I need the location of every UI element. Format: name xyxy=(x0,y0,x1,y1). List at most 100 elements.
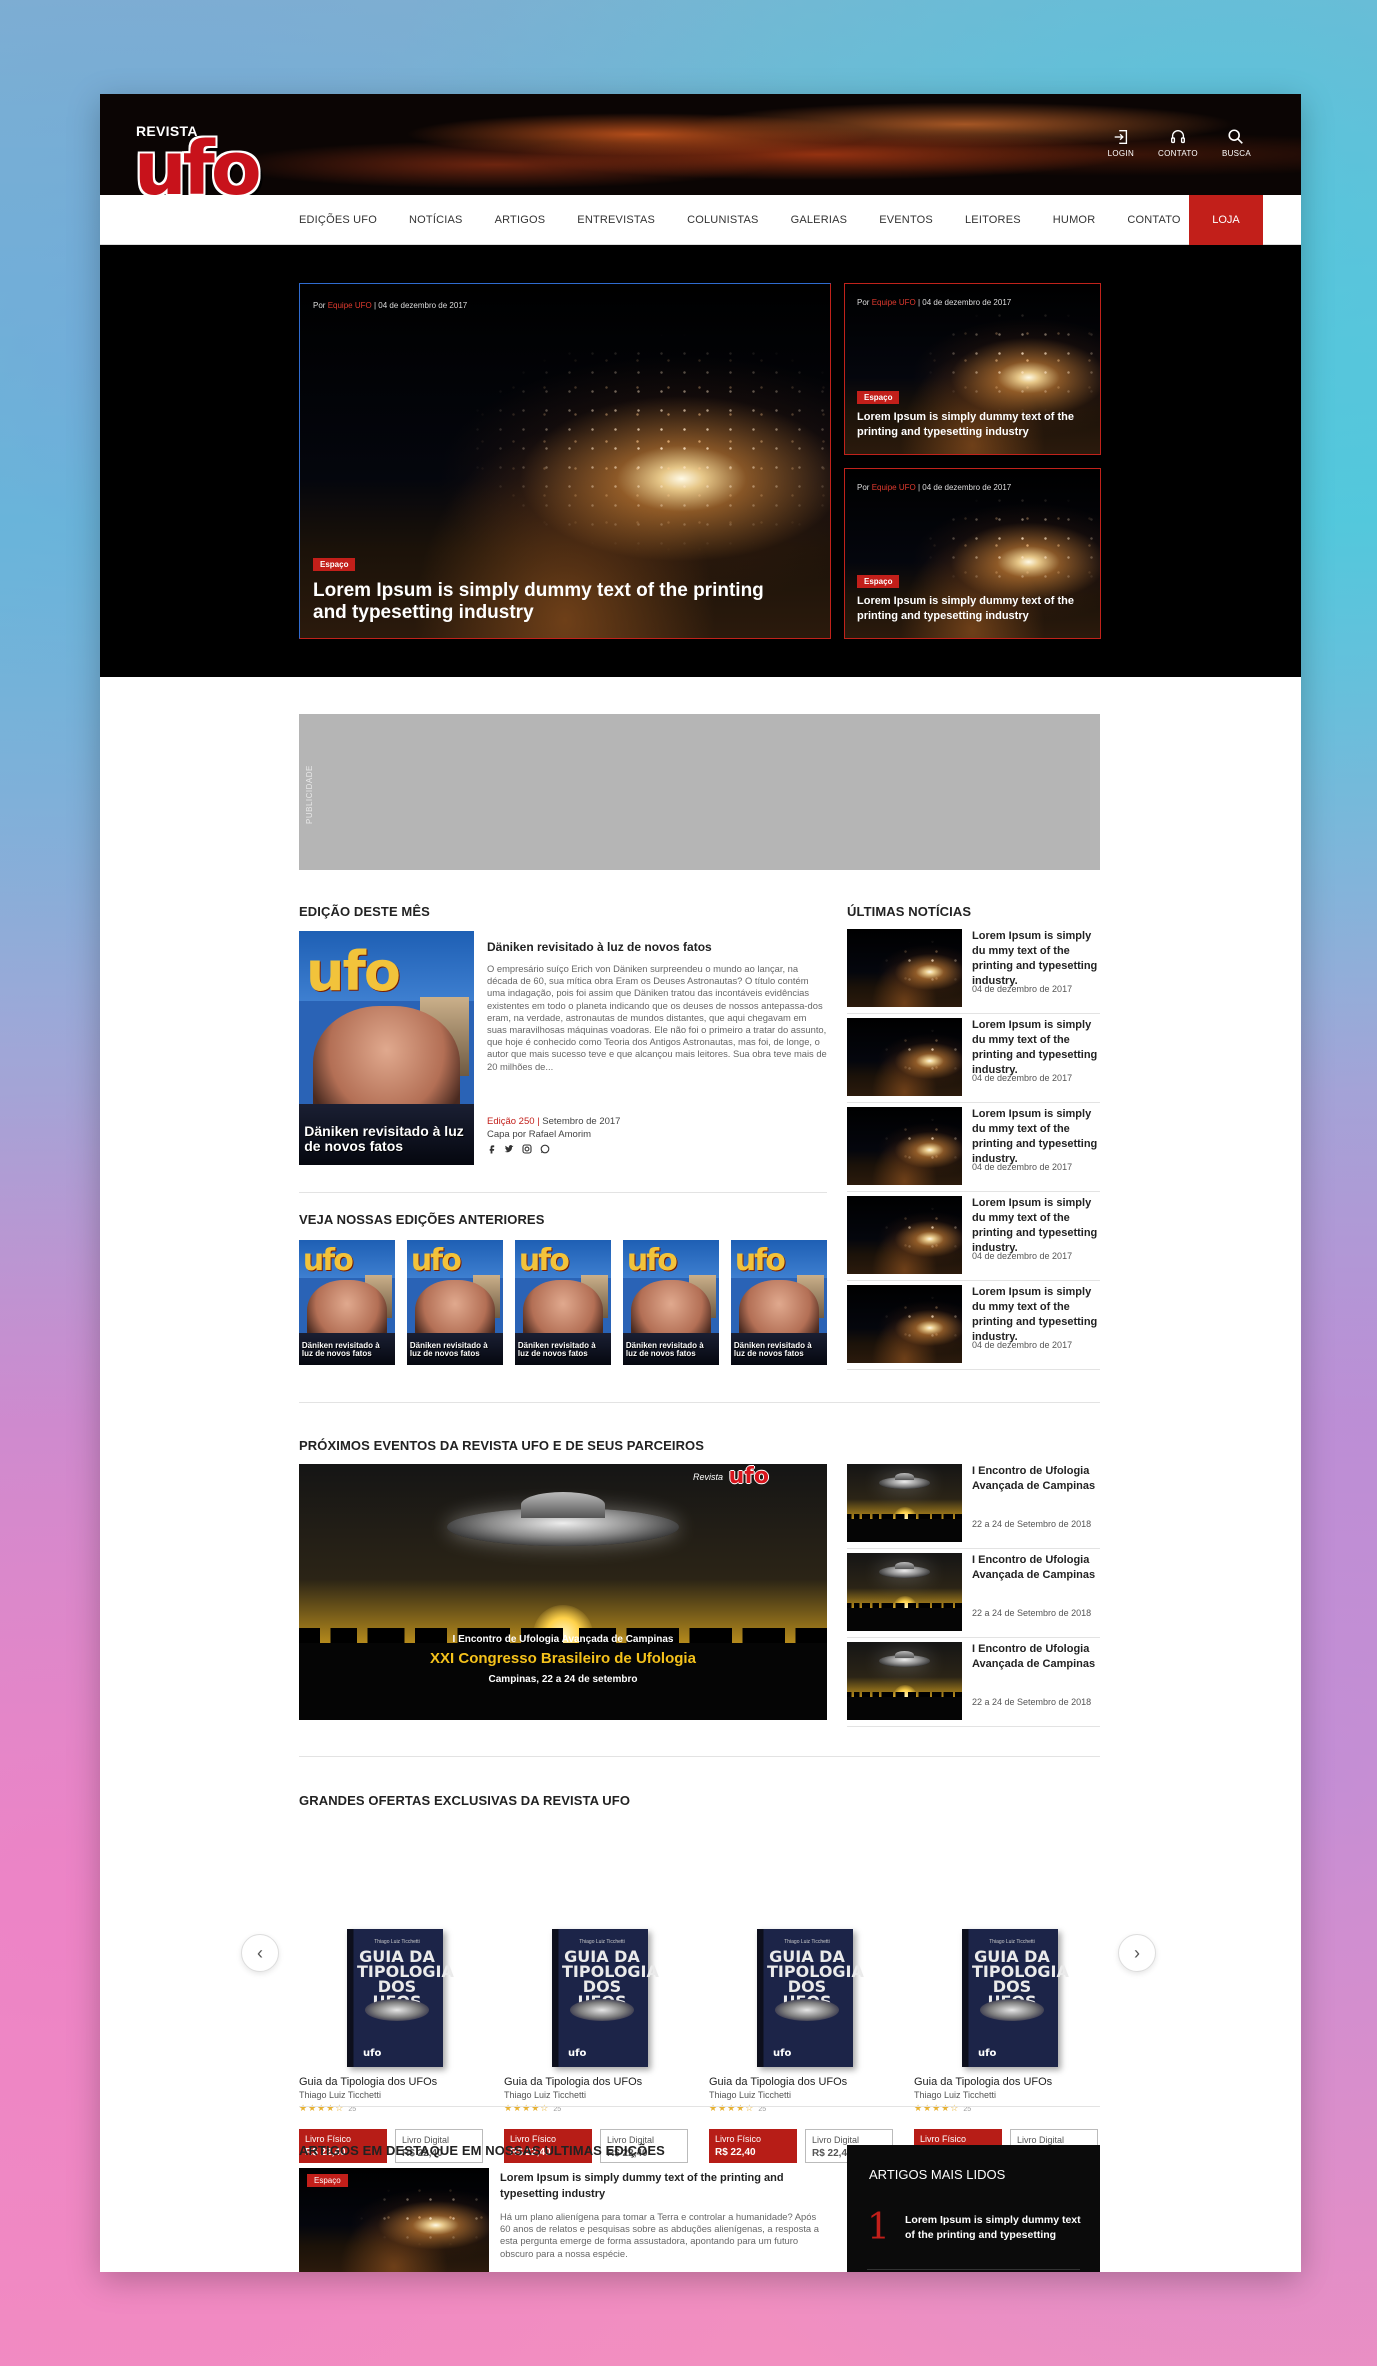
featured-title[interactable]: Lorem Ipsum is simply dummy text of the … xyxy=(500,2170,820,2202)
rating-stars: ★★★★☆ 25 xyxy=(914,2103,971,2114)
news-date: 04 de dezembro de 2017 xyxy=(972,1073,1073,1083)
hero-side-card-2[interactable]: Por Equipe UFO | 04 de dezembro de 2017 … xyxy=(844,468,1101,639)
news-title[interactable]: Lorem Ipsum is simply du mmy text of the… xyxy=(972,929,1100,989)
event-list-item[interactable]: I Encontro de Ufologia Avançada de Campi… xyxy=(847,1642,1100,1727)
divider xyxy=(867,2269,1080,2270)
news-title[interactable]: Lorem Ipsum is simply du mmy text of the… xyxy=(972,1196,1100,1256)
latest-news-item[interactable]: Lorem Ipsum is simply du mmy text of the… xyxy=(847,1107,1100,1192)
event-list-item[interactable]: I Encontro de Ufologia Avançada de Campi… xyxy=(847,1464,1100,1549)
current-edition-cover[interactable]: ufo Däniken revisitado à luz de novos fa… xyxy=(299,931,474,1165)
nav-item-edicoes[interactable]: EDIÇÕES UFO xyxy=(299,214,377,226)
news-thumbnail[interactable] xyxy=(847,929,962,1007)
hero-side-title[interactable]: Lorem Ipsum is simply dummy text of the … xyxy=(857,594,1087,624)
divider xyxy=(847,1637,1100,1638)
nav-item-contato[interactable]: CONTATO xyxy=(1127,214,1180,226)
category-tag[interactable]: Espaço xyxy=(307,2174,348,2187)
meta-separator: | xyxy=(373,301,377,310)
latest-news-item[interactable]: Lorem Ipsum is simply du mmy text of the… xyxy=(847,929,1100,1014)
post-date: 04 de dezembro de 2017 xyxy=(922,298,1012,307)
physical-label: Livro Físico xyxy=(920,2134,967,2144)
site-logo[interactable]: REVISTA ufo xyxy=(134,123,304,195)
facebook-icon[interactable] xyxy=(487,1144,496,1154)
contact-button[interactable]: CONTATO xyxy=(1158,128,1198,158)
previous-edition-cover[interactable]: ufo Däniken revisitado à luz de novos fat… xyxy=(515,1240,611,1365)
edition-headline[interactable]: Däniken revisitado à luz de novos fatos xyxy=(487,940,712,954)
instagram-icon[interactable] xyxy=(522,1144,532,1154)
news-thumbnail[interactable] xyxy=(847,1196,962,1274)
buy-physical-button[interactable]: Livro Físico R$ 22,40 xyxy=(709,2129,797,2163)
category-tag[interactable]: Espaço xyxy=(857,391,900,404)
book-cover[interactable]: Thiago Luiz Ticchetti GUIA DA TIPOLOGIA D… xyxy=(962,1929,1069,2067)
rating-stars: ★★★★☆ 25 xyxy=(299,2103,356,2114)
book-cover[interactable]: Thiago Luiz Ticchetti GUIA DA TIPOLOGIA D… xyxy=(757,1929,864,2067)
carousel-prev-button[interactable]: ‹ xyxy=(241,1934,279,1972)
featured-summary: Há um plano alienígena para tomar a Terr… xyxy=(500,2211,819,2259)
news-thumbnail[interactable] xyxy=(847,1285,962,1363)
hero-main-card[interactable]: Por Equipe UFO | 04 de dezembro de 2017 … xyxy=(299,283,831,639)
previous-edition-cover[interactable]: ufo Däniken revisitado à luz de novos fat… xyxy=(623,1240,719,1365)
banner-line-1: I Encontro de Ufologia Avançada de Campi… xyxy=(452,1634,674,1645)
previous-edition-cover[interactable]: ufo Däniken revisitado à luz de novos fat… xyxy=(731,1240,827,1365)
previous-edition-cover[interactable]: ufo Däniken revisitado à luz de novos fat… xyxy=(407,1240,503,1365)
news-thumbnail[interactable] xyxy=(847,1107,962,1185)
contact-label: CONTATO xyxy=(1158,149,1198,158)
news-title[interactable]: Lorem Ipsum is simply du mmy text of the… xyxy=(972,1018,1100,1078)
latest-news-item[interactable]: Lorem Ipsum is simply du mmy text of the… xyxy=(847,1196,1100,1281)
shop-button[interactable]: LOJA xyxy=(1189,195,1263,245)
search-button[interactable]: BUSCA xyxy=(1222,128,1251,158)
product-name[interactable]: Guia da Tipologia dos UFOs xyxy=(914,2076,1052,2088)
whatsapp-icon[interactable] xyxy=(540,1144,550,1154)
carousel-next-button[interactable]: › xyxy=(1118,1934,1156,1972)
event-title[interactable]: I Encontro de Ufologia Avançada de Campi… xyxy=(972,1464,1100,1494)
hero-side-title[interactable]: Lorem Ipsum is simply dummy text of the … xyxy=(857,410,1087,440)
author-link[interactable]: Equipe UFO xyxy=(872,298,916,307)
previous-edition-cover[interactable]: ufo Däniken revisitado à luz de novos fat… xyxy=(299,1240,395,1365)
twitter-icon[interactable] xyxy=(504,1144,514,1154)
event-thumbnail[interactable] xyxy=(847,1553,962,1631)
ad-banner[interactable]: PUBLICIDADE xyxy=(299,714,1100,870)
edition-number-link[interactable]: Edição 250 xyxy=(487,1116,535,1127)
nav-item-entrevistas[interactable]: ENTREVISTAS xyxy=(577,214,655,226)
product-name[interactable]: Guia da Tipologia dos UFOs xyxy=(504,2076,642,2088)
nav-item-noticias[interactable]: NOTÍCIAS xyxy=(409,214,463,226)
product-card: Thiago Luiz Ticchetti GUIA DA TIPOLOGIA D… xyxy=(504,1929,688,2167)
cover-caption: Däniken revisitado à luz de novos fatos xyxy=(733,1340,812,1359)
latest-news-item[interactable]: Lorem Ipsum is simply du mmy text of the… xyxy=(847,1285,1100,1370)
rank-number: 1 xyxy=(867,2207,890,2248)
book-cover[interactable]: Thiago Luiz Ticchetti GUIA DA TIPOLOGIA D… xyxy=(552,1929,659,2067)
author-link[interactable]: Equipe UFO xyxy=(872,483,916,492)
book-cover[interactable]: Thiago Luiz Ticchetti GUIA DA TIPOLOGIA D… xyxy=(347,1929,454,2067)
hero-section: Por Equipe UFO | 04 de dezembro de 2017 … xyxy=(100,245,1301,677)
nav-item-humor[interactable]: HUMOR xyxy=(1053,214,1096,226)
nav-item-leitores[interactable]: LEITORES xyxy=(965,214,1021,226)
category-tag[interactable]: Espaço xyxy=(313,558,356,571)
latest-news-item[interactable]: Lorem Ipsum is simply du mmy text of the… xyxy=(847,1018,1100,1103)
news-title[interactable]: Lorem Ipsum is simply du mmy text of the… xyxy=(972,1107,1100,1167)
event-thumbnail[interactable] xyxy=(847,1464,962,1542)
hero-main-title[interactable]: Lorem Ipsum is simply dummy text of the … xyxy=(313,580,783,624)
nav-item-artigos[interactable]: ARTIGOS xyxy=(495,214,546,226)
product-name[interactable]: Guia da Tipologia dos UFOs xyxy=(709,2076,847,2088)
meta-separator: | xyxy=(917,483,921,492)
event-title[interactable]: I Encontro de Ufologia Avançada de Campi… xyxy=(972,1553,1100,1583)
login-button[interactable]: LOGIN xyxy=(1108,128,1134,158)
banner-line-2: XXI Congresso Brasileiro de Ufologia xyxy=(430,1650,696,1667)
event-list-item[interactable]: I Encontro de Ufologia Avançada de Campi… xyxy=(847,1553,1100,1638)
event-title[interactable]: I Encontro de Ufologia Avançada de Campi… xyxy=(972,1642,1100,1672)
nav-item-colunistas[interactable]: COLUNISTAS xyxy=(687,214,758,226)
divider xyxy=(847,1013,1100,1014)
author-link[interactable]: Equipe UFO xyxy=(328,301,372,310)
cover-caption: Däniken revisitado à luz de novos fatos xyxy=(301,1340,380,1359)
category-tag[interactable]: Espaço xyxy=(857,575,900,588)
hero-side-card-1[interactable]: Por Equipe UFO | 04 de dezembro de 2017 … xyxy=(844,283,1101,455)
featured-thumbnail[interactable]: Espaço xyxy=(299,2168,489,2272)
divider xyxy=(847,1726,1100,1727)
event-thumbnail[interactable] xyxy=(847,1642,962,1720)
nav-item-eventos[interactable]: EVENTOS xyxy=(879,214,933,226)
most-read-item-title[interactable]: Lorem Ipsum is simply dummy text of the … xyxy=(905,2213,1085,2243)
event-banner[interactable]: Revista ufo I Encontro de Ufologia Avanç… xyxy=(299,1464,827,1720)
news-thumbnail[interactable] xyxy=(847,1018,962,1096)
product-name[interactable]: Guia da Tipologia dos UFOs xyxy=(299,2076,437,2088)
news-title[interactable]: Lorem Ipsum is simply du mmy text of the… xyxy=(972,1285,1100,1345)
nav-item-galerias[interactable]: GALERIAS xyxy=(791,214,848,226)
